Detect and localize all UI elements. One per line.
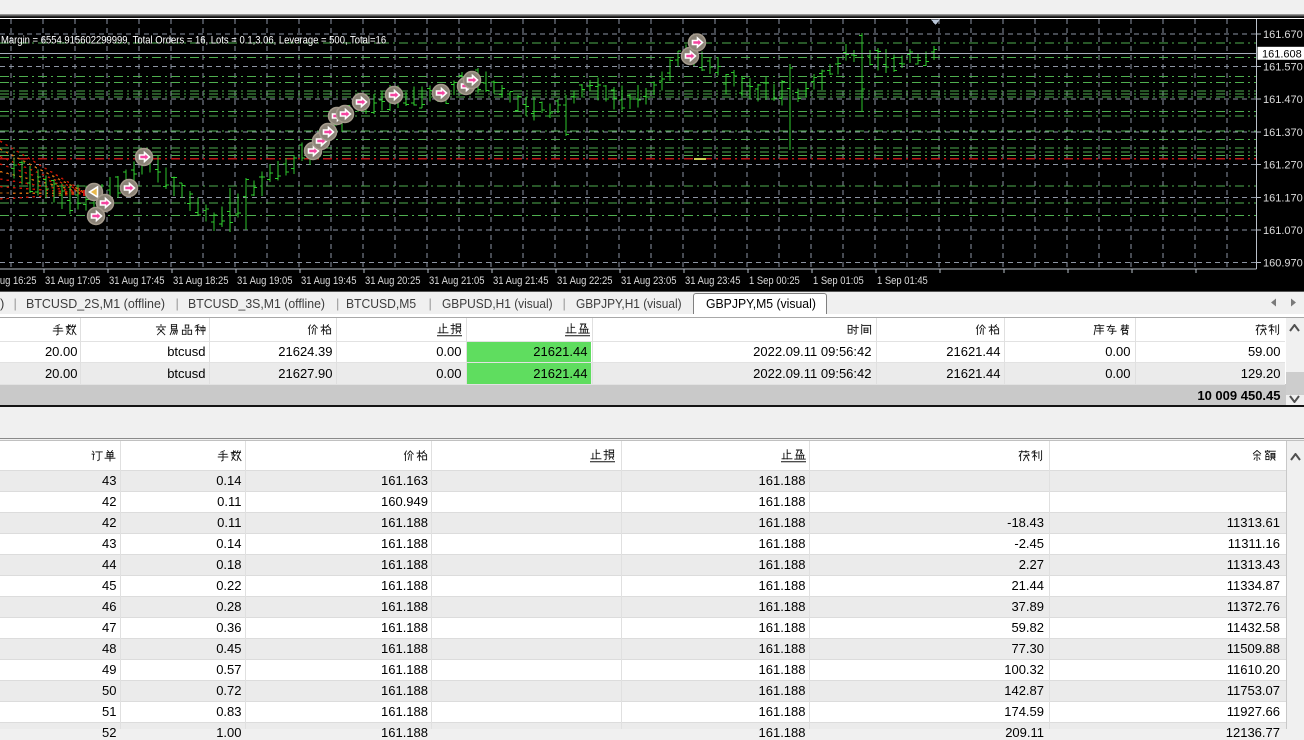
svg-text:160.970: 160.970 — [1263, 258, 1303, 270]
svg-text:31 Aug 20:25: 31 Aug 20:25 — [365, 275, 421, 287]
svg-text:161.370: 161.370 — [1263, 127, 1303, 139]
svg-text:161.570: 161.570 — [1263, 62, 1303, 74]
svg-text:161.670: 161.670 — [1263, 29, 1303, 41]
svg-text:31 Aug 17:05: 31 Aug 17:05 — [45, 275, 101, 287]
svg-text:1 Sep 01:05: 1 Sep 01:05 — [813, 275, 864, 287]
svg-text:31 Aug 23:45: 31 Aug 23:45 — [685, 275, 741, 287]
svg-text:161.070: 161.070 — [1263, 225, 1303, 237]
svg-text:161.470: 161.470 — [1263, 94, 1303, 106]
svg-text:31 Aug 19:45: 31 Aug 19:45 — [301, 275, 357, 287]
svg-text:31 Aug 21:05: 31 Aug 21:05 — [429, 275, 485, 287]
svg-text:161.270: 161.270 — [1263, 160, 1303, 172]
svg-text:1 Sep 01:45: 1 Sep 01:45 — [877, 275, 928, 287]
svg-text:31 Aug 16:25: 31 Aug 16:25 — [0, 275, 37, 287]
svg-text:31 Aug 21:45: 31 Aug 21:45 — [493, 275, 549, 287]
svg-text:Margin = 6554.915602299999, To: Margin = 6554.915602299999, Total Orders… — [1, 35, 386, 47]
svg-text:31 Aug 17:45: 31 Aug 17:45 — [109, 275, 165, 287]
svg-text:31 Aug 19:05: 31 Aug 19:05 — [237, 275, 293, 287]
svg-text:161.608: 161.608 — [1262, 48, 1302, 60]
svg-text:31 Aug 22:25: 31 Aug 22:25 — [557, 275, 613, 287]
svg-text:1 Sep 00:25: 1 Sep 00:25 — [749, 275, 800, 287]
svg-text:161.170: 161.170 — [1263, 192, 1303, 204]
svg-text:31 Aug 23:05: 31 Aug 23:05 — [621, 275, 677, 287]
svg-text:31 Aug 18:25: 31 Aug 18:25 — [173, 275, 229, 287]
